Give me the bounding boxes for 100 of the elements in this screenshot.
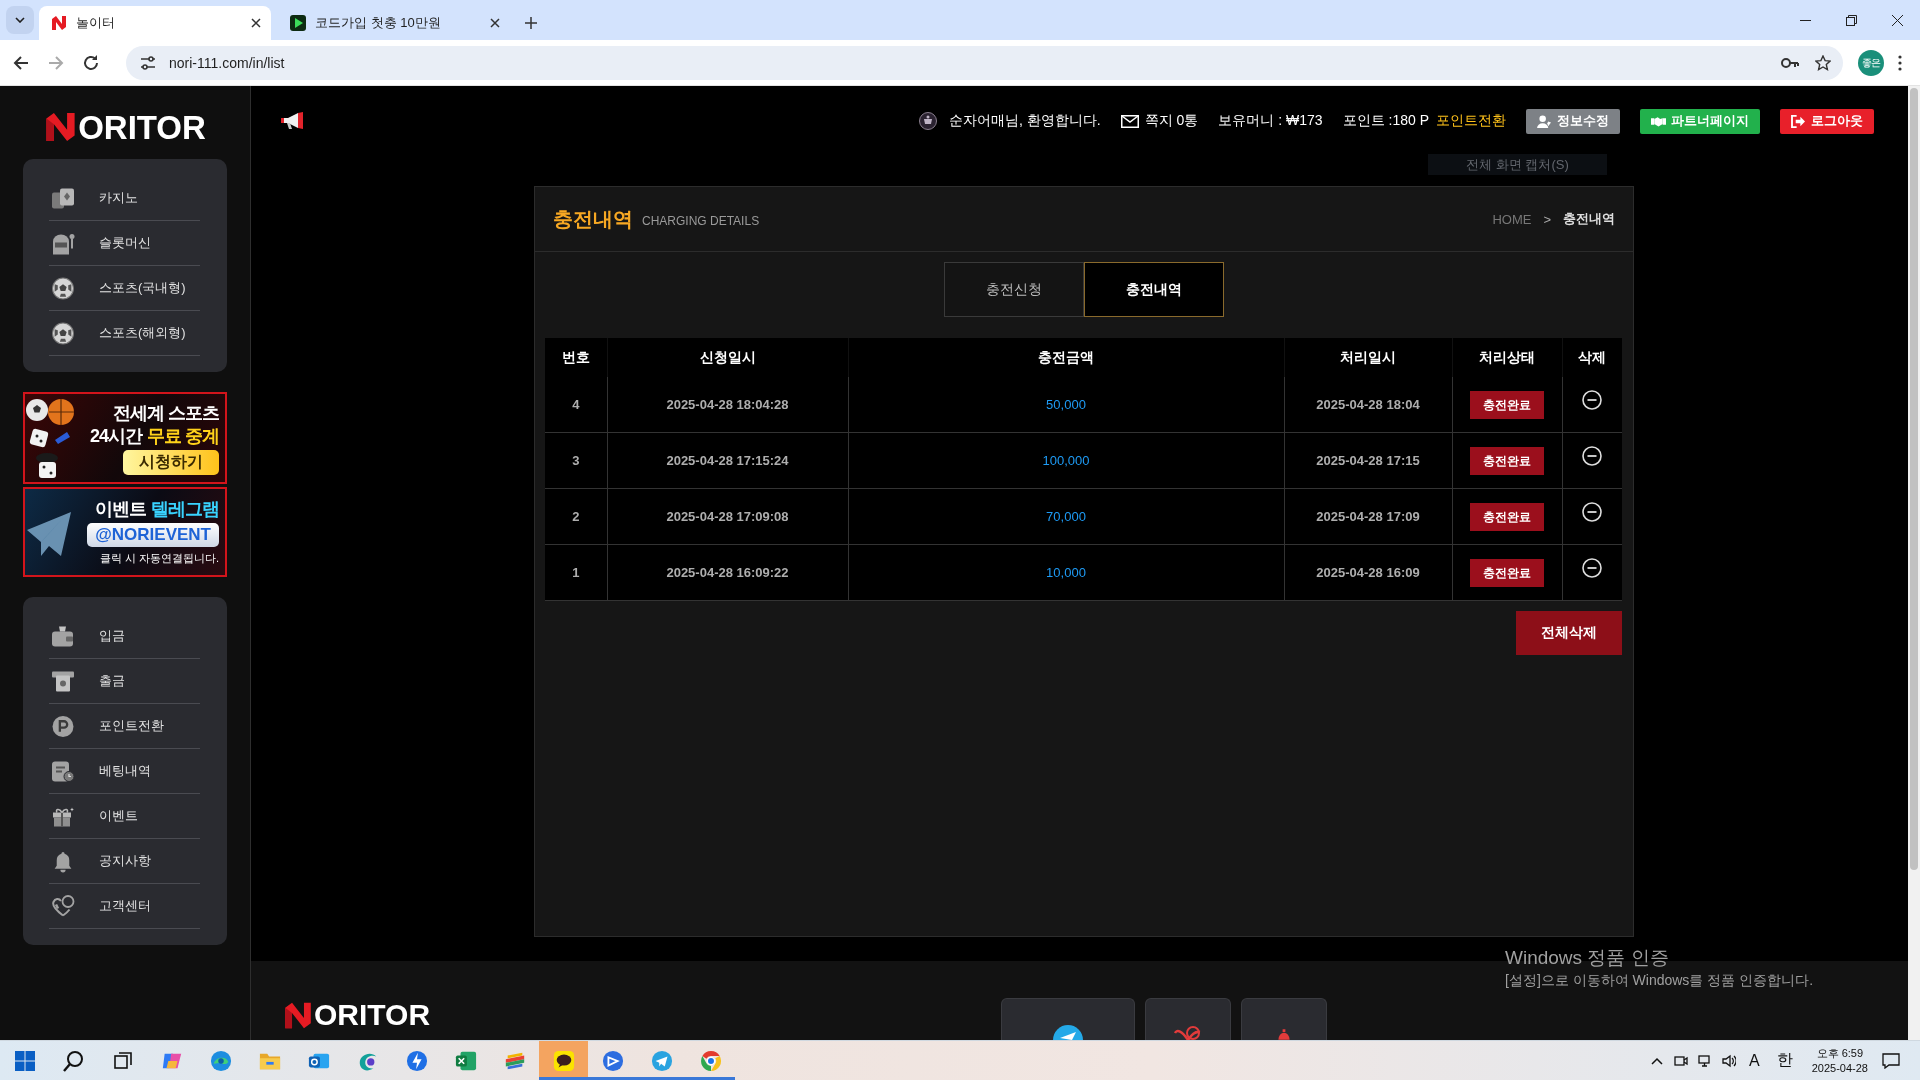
plus-icon[interactable] bbox=[525, 17, 537, 29]
browser-icon bbox=[699, 1049, 722, 1072]
camera-icon[interactable] bbox=[1674, 1053, 1689, 1068]
banner-note: 클릭 시 자동연결됩니다. bbox=[99, 551, 219, 566]
banner-text: 이벤트 bbox=[95, 498, 146, 520]
browser-tab[interactable]: 코드가입 첫충 10만원 bbox=[278, 6, 510, 40]
address-bar[interactable]: nori-111.com/in/list bbox=[126, 45, 1843, 80]
minus-circle-icon[interactable] bbox=[1582, 557, 1603, 578]
key-icon[interactable] bbox=[1781, 56, 1799, 69]
footer-tile[interactable] bbox=[1145, 998, 1232, 1040]
handshake-icon bbox=[1651, 114, 1666, 128]
logout-button[interactable]: 로그아웃 bbox=[1780, 108, 1874, 134]
sidebar-item[interactable]: 고객센터 bbox=[49, 884, 200, 929]
taskbar-app-button[interactable] bbox=[539, 1041, 588, 1080]
document-clock-icon bbox=[51, 759, 75, 783]
tab[interactable]: 충전신청 bbox=[943, 262, 1084, 317]
sidebar-item[interactable]: 스포츠(국내형) bbox=[49, 266, 200, 311]
welcome-text: 순자어매님, 환영합니다. bbox=[949, 112, 1101, 130]
atm-icon bbox=[51, 669, 75, 693]
table-cell: 2025-04-28 17:09 bbox=[1284, 488, 1452, 545]
restore-icon[interactable] bbox=[1845, 14, 1857, 26]
close-icon[interactable] bbox=[1891, 14, 1903, 26]
status-badge: 충전완료 bbox=[1470, 558, 1544, 587]
table-cell: 3 bbox=[545, 432, 607, 489]
clock-date[interactable]: 2025-04-28 bbox=[1811, 1060, 1868, 1076]
telegram-plane-icon bbox=[1053, 1025, 1084, 1040]
ime-indicator[interactable]: 한 bbox=[1776, 1050, 1793, 1071]
minus-circle-icon[interactable] bbox=[1582, 389, 1603, 410]
browser-tab[interactable]: 놀이터 bbox=[39, 6, 271, 40]
logo-text[interactable]: ORITOR bbox=[314, 1000, 431, 1030]
sidebar-item[interactable]: 슬롯머신 bbox=[49, 221, 200, 266]
arrow-circle-icon bbox=[601, 1049, 624, 1072]
tooltip: 전체 화면 캡처(S) bbox=[1428, 154, 1607, 175]
message-count[interactable]: 쪽지 0통 bbox=[1144, 112, 1199, 130]
notification-icon[interactable] bbox=[1882, 1052, 1900, 1069]
user-icon bbox=[1537, 114, 1552, 128]
table-cell: 2025-04-28 17:09:08 bbox=[607, 488, 848, 545]
spreadsheet-icon bbox=[454, 1049, 477, 1072]
search-icon bbox=[62, 1049, 85, 1072]
status-badge: 충전완료 bbox=[1470, 390, 1544, 419]
sidebar-item[interactable]: 스포츠(해외형) bbox=[49, 311, 200, 356]
profile-avatar[interactable]: 좋은 bbox=[1858, 49, 1884, 76]
profile-button[interactable]: 정보수정 bbox=[1526, 108, 1620, 134]
sidebar-item[interactable]: 이벤트 bbox=[49, 794, 200, 839]
points-text: 포인트 :180 P bbox=[1342, 112, 1429, 130]
tune-icon[interactable] bbox=[140, 54, 156, 71]
sidebar-item[interactable]: 입금 bbox=[49, 614, 200, 659]
close-icon[interactable] bbox=[490, 18, 500, 28]
close-icon[interactable] bbox=[251, 18, 261, 28]
breadcrumb-home[interactable]: HOME bbox=[1492, 211, 1532, 227]
minus-circle-icon[interactable] bbox=[1582, 445, 1603, 466]
playing-cards-icon bbox=[51, 186, 75, 210]
four-squares-icon bbox=[13, 1049, 36, 1072]
sidebar-item[interactable]: 공지사항 bbox=[49, 839, 200, 884]
clock-time[interactable]: 오후 6:59 bbox=[1816, 1045, 1864, 1061]
activation-text: [설정]으로 이동하여 Windows를 정품 인증합니다. bbox=[1505, 971, 1814, 990]
telegram-banner[interactable]: 이벤트 텔레그램 @NORIEVENT 클릭 시 자동연결됩니다. bbox=[23, 487, 227, 577]
status-badge: 충전완료 bbox=[1470, 446, 1544, 475]
play-logo-icon bbox=[290, 15, 306, 31]
sidebar-item[interactable]: 포인트전환 bbox=[49, 704, 200, 749]
table-cell: 50,000 bbox=[848, 377, 1284, 433]
sports-banner[interactable]: 전세계 스포츠 24시간 무료 중계 시청하기 bbox=[23, 392, 227, 484]
input-mode-indicator[interactable]: A bbox=[1749, 1051, 1760, 1070]
point-convert-link[interactable]: 포인트전환 bbox=[1436, 112, 1506, 130]
banner-button[interactable]: @NORIEVENT bbox=[87, 523, 219, 547]
table-cell: 2025-04-28 18:04:28 bbox=[607, 377, 848, 433]
sidebar-item[interactable]: 카지노 bbox=[49, 176, 200, 221]
table-cell: 2025-04-28 17:15:24 bbox=[607, 432, 848, 489]
table-cell: 1 bbox=[545, 544, 607, 601]
banner-text: 24시간 bbox=[89, 424, 142, 447]
star-icon[interactable] bbox=[1815, 54, 1831, 71]
banner-button[interactable]: 시청하기 bbox=[123, 449, 219, 475]
reload-icon[interactable] bbox=[82, 53, 100, 72]
sidebar-item[interactable]: 출금 bbox=[49, 659, 200, 704]
volume-icon[interactable] bbox=[1722, 1053, 1737, 1068]
table-cell: 2025-04-28 17:15 bbox=[1284, 432, 1452, 489]
n-logo-icon bbox=[283, 1000, 313, 1030]
footer-tile[interactable] bbox=[1241, 998, 1328, 1040]
page-title: 충전내역 bbox=[553, 206, 633, 232]
delete-all-button[interactable]: 전체삭제 bbox=[1516, 611, 1622, 655]
monitor-icon[interactable] bbox=[1698, 1053, 1713, 1068]
tab-search-button[interactable] bbox=[6, 6, 34, 34]
minus-circle-icon[interactable] bbox=[1582, 501, 1603, 522]
page-subtitle: CHARGING DETAILS bbox=[642, 213, 760, 228]
megaphone-icon[interactable] bbox=[281, 112, 305, 130]
footer-tile[interactable] bbox=[1001, 998, 1136, 1040]
breadcrumb-current: 충전내역 bbox=[1563, 210, 1615, 228]
back-arrow-icon[interactable] bbox=[12, 53, 30, 72]
menu-icon[interactable] bbox=[1898, 54, 1902, 71]
column-header: 번호 bbox=[545, 338, 607, 377]
sidebar-item[interactable]: 베팅내역 bbox=[49, 749, 200, 794]
logo-text[interactable]: ORITOR bbox=[78, 110, 206, 144]
banner-text: 전세계 스포츠 bbox=[113, 401, 219, 424]
envelope-icon[interactable] bbox=[1120, 114, 1139, 128]
table-cell: 2025-04-28 16:09:22 bbox=[607, 544, 848, 601]
table-cell: 70,000 bbox=[848, 488, 1284, 545]
scrollbar[interactable] bbox=[1908, 86, 1920, 1040]
scrollbar-thumb[interactable] bbox=[1910, 88, 1918, 871]
chat-bubble-icon bbox=[552, 1049, 575, 1072]
tab[interactable]: 충전내역 bbox=[1083, 262, 1224, 317]
